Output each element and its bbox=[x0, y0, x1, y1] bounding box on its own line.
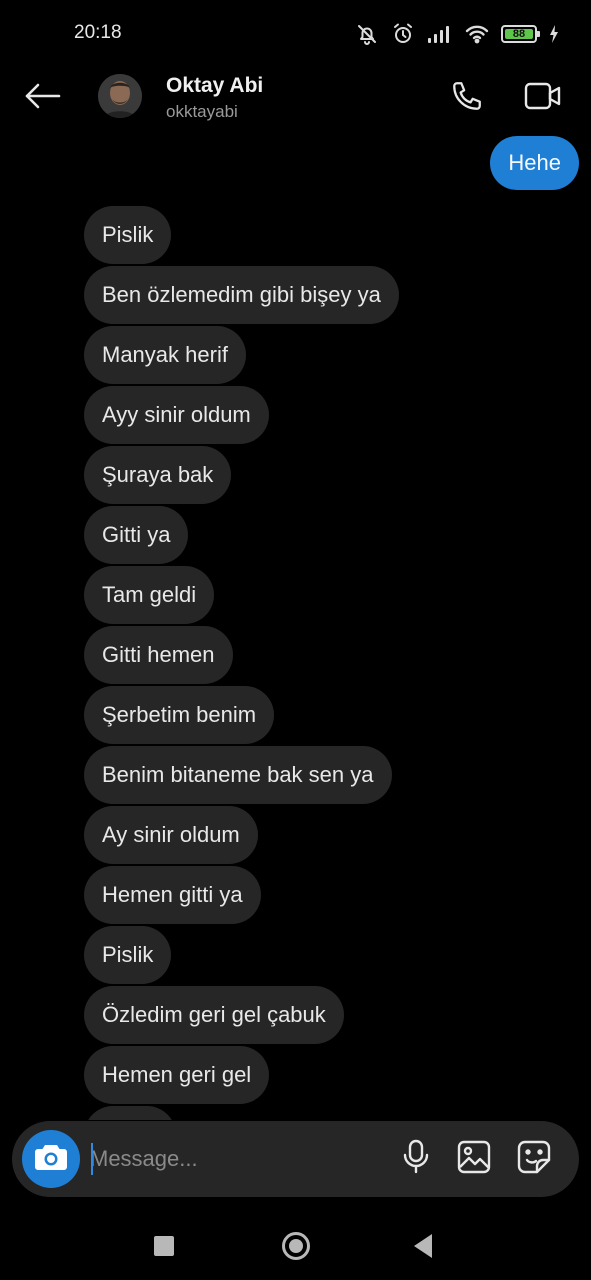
system-nav-bar bbox=[0, 1210, 591, 1280]
incoming-message[interactable]: Tam geldi bbox=[84, 566, 215, 624]
camera-button[interactable] bbox=[22, 1130, 80, 1188]
chat-header: Oktay Abi okktayabi bbox=[0, 68, 591, 132]
status-time: 20:18 bbox=[74, 22, 122, 43]
recents-icon[interactable] bbox=[154, 1236, 174, 1256]
sticker-button[interactable] bbox=[514, 1139, 554, 1179]
incoming-message-partial[interactable] bbox=[84, 1106, 176, 1120]
bell-muted-icon bbox=[355, 22, 379, 46]
microphone-icon bbox=[403, 1139, 429, 1180]
incoming-message[interactable]: Ayy sinir oldum bbox=[84, 386, 269, 444]
video-call-button[interactable] bbox=[520, 78, 566, 118]
battery-level: 88 bbox=[512, 28, 526, 40]
avatar[interactable] bbox=[98, 74, 142, 118]
incoming-message[interactable]: Pislik bbox=[84, 206, 172, 264]
incoming-message[interactable]: Gitti hemen bbox=[84, 626, 233, 684]
incoming-message[interactable]: Ben özlemedim gibi bişey ya bbox=[84, 266, 399, 324]
back-button[interactable] bbox=[22, 80, 64, 116]
charging-icon bbox=[549, 24, 559, 44]
contact-username: okktayabi bbox=[166, 102, 238, 121]
video-camera-icon bbox=[523, 80, 563, 117]
alarm-icon bbox=[391, 22, 415, 46]
status-icons: 88 bbox=[355, 20, 559, 48]
outgoing-message[interactable]: Hehe bbox=[490, 136, 579, 190]
phone-icon bbox=[450, 79, 484, 118]
contact-name[interactable]: Oktay Abi bbox=[166, 74, 263, 98]
sticker-icon bbox=[517, 1140, 551, 1179]
incoming-message[interactable]: Manyak herif bbox=[84, 326, 246, 384]
incoming-message[interactable]: Ay sinir oldum bbox=[84, 806, 258, 864]
text-cursor bbox=[91, 1143, 93, 1175]
message-list[interactable]: Hehe Pislik Ben özlemedim gibi bişey ya … bbox=[0, 132, 591, 1120]
home-icon[interactable] bbox=[282, 1232, 310, 1260]
signal-icon bbox=[427, 24, 453, 44]
voice-message-button[interactable] bbox=[396, 1139, 436, 1179]
status-bar: 20:18 88 bbox=[0, 0, 591, 68]
message-input[interactable] bbox=[90, 1135, 380, 1183]
back-arrow-icon bbox=[24, 82, 62, 115]
wifi-icon bbox=[465, 24, 489, 44]
incoming-message[interactable]: Şerbetim benim bbox=[84, 686, 275, 744]
battery-icon: 88 bbox=[501, 25, 540, 43]
chat-screen: 20:18 88 Oktay Abi okktayabi Hehe Pislik… bbox=[0, 0, 591, 1280]
gallery-button[interactable] bbox=[454, 1139, 494, 1179]
incoming-message[interactable]: Pislik bbox=[84, 926, 172, 984]
gallery-icon bbox=[457, 1140, 491, 1179]
back-icon[interactable] bbox=[414, 1234, 432, 1258]
incoming-message[interactable]: Benim bitaneme bak sen ya bbox=[84, 746, 392, 804]
incoming-message-group: Pislik Ben özlemedim gibi bişey ya Manya… bbox=[84, 206, 399, 1120]
incoming-message[interactable]: Gitti ya bbox=[84, 506, 189, 564]
message-composer bbox=[12, 1121, 579, 1197]
incoming-message[interactable]: Özledim geri gel çabuk bbox=[84, 986, 344, 1044]
incoming-message[interactable]: Hemen geri gel bbox=[84, 1046, 270, 1104]
camera-icon bbox=[34, 1142, 68, 1177]
incoming-message[interactable]: Şuraya bak bbox=[84, 446, 232, 504]
incoming-message[interactable]: Hemen gitti ya bbox=[84, 866, 261, 924]
voice-call-button[interactable] bbox=[446, 78, 488, 118]
